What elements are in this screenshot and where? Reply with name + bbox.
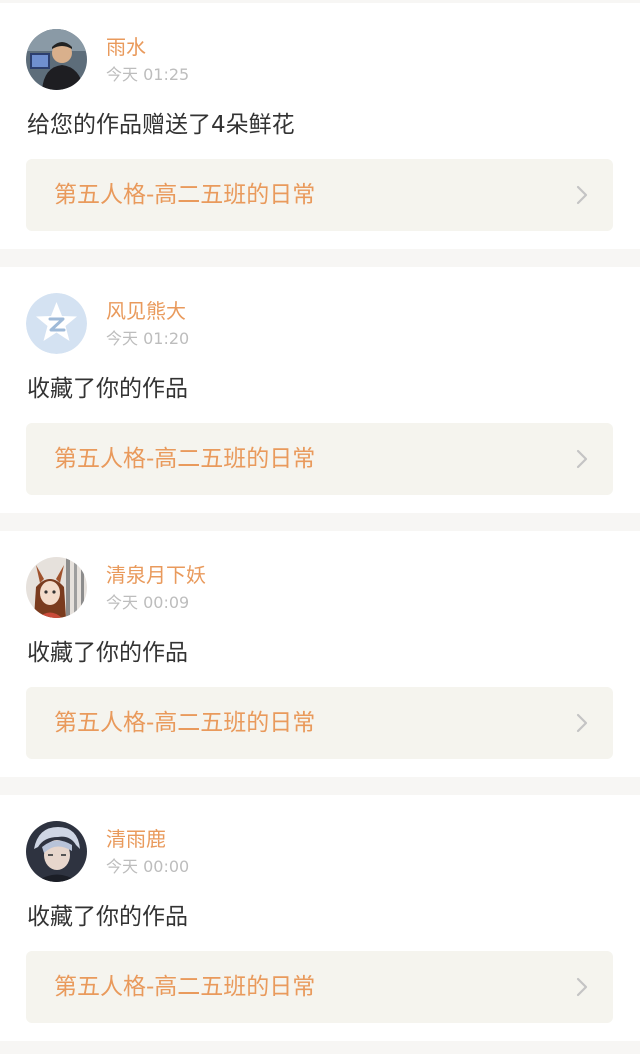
avatar[interactable] bbox=[26, 29, 87, 90]
timestamp: 今天 00:00 bbox=[106, 857, 190, 876]
chevron-right-icon bbox=[576, 977, 588, 997]
username[interactable]: 雨水 bbox=[106, 34, 146, 60]
work-title: 第五人格-高二五班的日常 bbox=[54, 182, 316, 208]
avatar[interactable] bbox=[26, 557, 87, 618]
notification-card: 雨水 今天 01:25 给您的作品赠送了4朵鲜花 第五人格-高二五班的日常 bbox=[0, 3, 640, 249]
notification-card: 风见熊大 今天 01:20 收藏了你的作品 第五人格-高二五班的日常 bbox=[0, 267, 640, 513]
activity-text: 收藏了你的作品 bbox=[27, 376, 188, 402]
activity-text: 给您的作品赠送了4朵鲜花 bbox=[27, 112, 295, 138]
work-link[interactable]: 第五人格-高二五班的日常 bbox=[26, 159, 613, 231]
work-title: 第五人格-高二五班的日常 bbox=[54, 446, 316, 472]
timestamp: 今天 01:20 bbox=[106, 329, 190, 348]
work-title: 第五人格-高二五班的日常 bbox=[54, 974, 316, 1000]
timestamp: 今天 00:09 bbox=[106, 593, 190, 612]
username[interactable]: 清雨鹿 bbox=[106, 826, 166, 852]
default-avatar-icon[interactable] bbox=[26, 293, 87, 354]
notification-feed: 雨水 今天 01:25 给您的作品赠送了4朵鲜花 第五人格-高二五班的日常 风见… bbox=[0, 0, 640, 1054]
work-link[interactable]: 第五人格-高二五班的日常 bbox=[26, 423, 613, 495]
activity-text: 收藏了你的作品 bbox=[27, 640, 188, 666]
work-title: 第五人格-高二五班的日常 bbox=[54, 710, 316, 736]
work-link[interactable]: 第五人格-高二五班的日常 bbox=[26, 951, 613, 1023]
avatar[interactable] bbox=[26, 821, 87, 882]
work-link[interactable]: 第五人格-高二五班的日常 bbox=[26, 687, 613, 759]
chevron-right-icon bbox=[576, 449, 588, 469]
notification-card: 清泉月下妖 今天 00:09 收藏了你的作品 第五人格-高二五班的日常 bbox=[0, 531, 640, 777]
chevron-right-icon bbox=[576, 185, 588, 205]
username[interactable]: 风见熊大 bbox=[106, 298, 186, 324]
notification-card: 清雨鹿 今天 00:00 收藏了你的作品 第五人格-高二五班的日常 bbox=[0, 795, 640, 1041]
chevron-right-icon bbox=[576, 713, 588, 733]
timestamp: 今天 01:25 bbox=[106, 65, 190, 84]
username[interactable]: 清泉月下妖 bbox=[106, 562, 206, 588]
activity-text: 收藏了你的作品 bbox=[27, 904, 188, 930]
